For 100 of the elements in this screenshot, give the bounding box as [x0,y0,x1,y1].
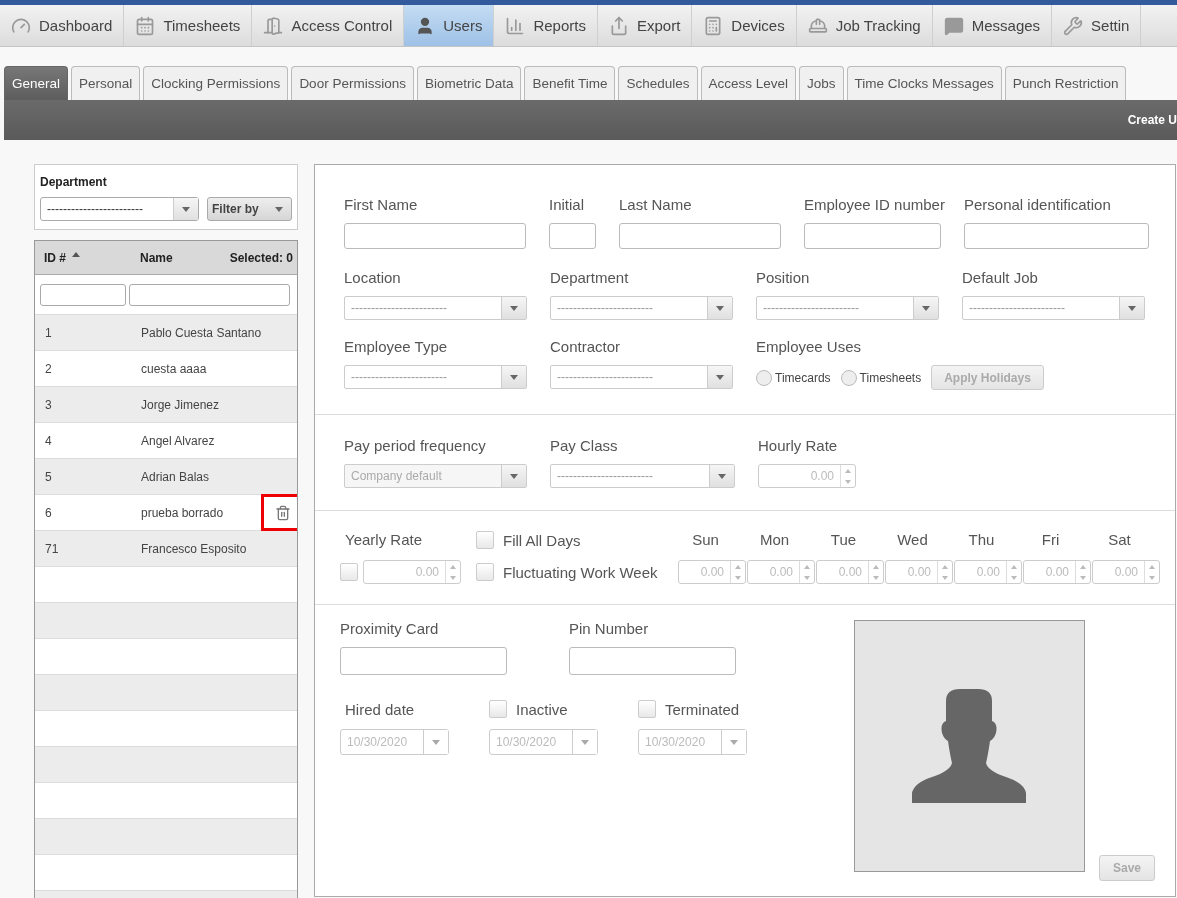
table-cell-text: 2 [44,361,53,376]
table-row[interactable]: 3 Jorge Jimenez [35,387,297,423]
text-field[interactable] [804,223,941,249]
day-label: Sun [691,530,720,550]
nav-item[interactable]: Settin [1052,5,1142,46]
tab[interactable]: Punch Restriction [1004,66,1127,100]
table-cell-text: Angel Alvarez [140,433,215,448]
create-button[interactable]: Create U [1119,113,1177,127]
nav-item[interactable]: Devices [692,5,797,46]
field-label: Pin Number [569,620,650,637]
table-cell-text: prueba borrado [140,505,224,520]
door-icon [263,15,284,36]
field-label: Hired date [345,700,415,718]
tab[interactable]: Biometric Data [416,66,522,100]
checkbox-label: Fluctuating Work Week [503,563,658,581]
day-label: Tue [829,530,858,550]
caret-icon [581,739,589,745]
field-label: Hourly Rate [758,437,839,454]
nav-item[interactable]: Reports [494,5,598,46]
text-field[interactable] [569,647,736,675]
trash-icon[interactable] [275,504,291,521]
field-label: Inactive [516,700,568,718]
table-cell-text: 1 [44,325,53,340]
table-row[interactable]: 71 Francesco Esposito [35,531,297,567]
tab[interactable]: Schedules [618,66,698,100]
caret-icon [432,739,440,745]
day-label: Fri [1040,530,1061,550]
calendar-icon [135,15,156,36]
field-label: First Name [344,196,419,213]
table-cell-text: 6 [44,505,53,520]
column-header[interactable]: ID # [35,250,131,265]
field-label: Terminated [665,700,740,718]
text-field[interactable] [619,223,781,249]
caret-icon [718,473,726,479]
field-label: Contractor [550,338,622,355]
table-row[interactable]: 1 Pablo Cuesta Santano [35,315,297,351]
filter-field[interactable] [40,283,126,306]
table-cell-text: cuesta aaaa [140,361,207,376]
caret-icon [716,305,724,311]
caret-icon [182,206,190,212]
table-cell-text: Jorge Jimenez [140,397,220,412]
speech-bubble-icon [943,15,964,36]
table-cell-text: Adrian Balas [140,469,210,484]
checkbox[interactable] [476,563,494,581]
tab[interactable]: Access Level [700,66,797,100]
bar-chart-icon [505,15,526,36]
field-label: Location [344,269,402,286]
tab[interactable]: Door Permissions [291,66,414,100]
tab[interactable]: General [4,66,69,100]
field-label: Initial [549,196,586,213]
nav-item[interactable]: Messages [932,5,1053,46]
nav-item[interactable]: Users [404,5,495,46]
caret-icon [716,374,724,380]
filter-button[interactable]: Filter by [207,197,292,221]
text-field[interactable] [964,223,1149,249]
column-header[interactable]: Name [131,250,230,265]
wrench-icon [1063,15,1084,36]
tab[interactable]: Personal [71,66,141,100]
field-label: Pay period frequency [344,437,487,454]
field-label: Personal identification [964,196,1112,213]
table-cell-text: 4 [44,433,53,448]
field-label: Yearly Rate [344,530,423,550]
table-cell-text: Pablo Cuesta Santano [140,325,262,340]
field-label: Position [756,269,811,286]
radio-option[interactable]: Timesheets [840,369,922,386]
radio-option[interactable]: Timecards [756,369,831,386]
department-select[interactable]: ------------------------ [40,197,199,221]
caret-icon [730,739,738,745]
selected-count: Selected: 0 [229,250,294,265]
day-label: Sat [1107,530,1132,550]
caret-icon [510,473,518,479]
table-cell-text: 5 [44,469,53,484]
tab[interactable]: Clocking Permissions [143,66,289,100]
nav-item[interactable]: Dashboard [0,5,125,46]
table-row[interactable]: 6 prueba borrado [35,495,297,531]
table-cell-text: 3 [44,397,53,412]
text-field[interactable] [340,647,507,675]
day-label: Thu [967,530,996,550]
nav-item[interactable]: Job Tracking [796,5,933,46]
nav-item[interactable]: Export [597,5,693,46]
day-label: Mon [758,530,791,550]
field-label: Department [40,175,108,189]
text-field[interactable] [549,223,596,249]
table-row[interactable]: 5 Adrian Balas [35,459,297,495]
field-label: Proximity Card [340,620,440,637]
tab[interactable]: Benefit Time [524,66,616,100]
filter-field[interactable] [129,283,290,306]
table-cell-text: Francesco Esposito [140,541,247,556]
day-label: Wed [896,530,929,550]
caret-icon [1128,305,1136,311]
caret-icon [275,206,283,212]
checkbox[interactable] [476,531,494,549]
tab[interactable]: Jobs [799,66,844,100]
tab[interactable]: Time Clocks Messages [846,66,1002,100]
text-field[interactable] [344,223,526,249]
field-label: Employee Type [344,338,449,355]
field-label: Default Job [962,269,1039,286]
field-label: Employee Uses [756,338,863,355]
nav-item[interactable]: Timesheets [124,5,253,46]
field-label: Pay Class [550,437,619,454]
